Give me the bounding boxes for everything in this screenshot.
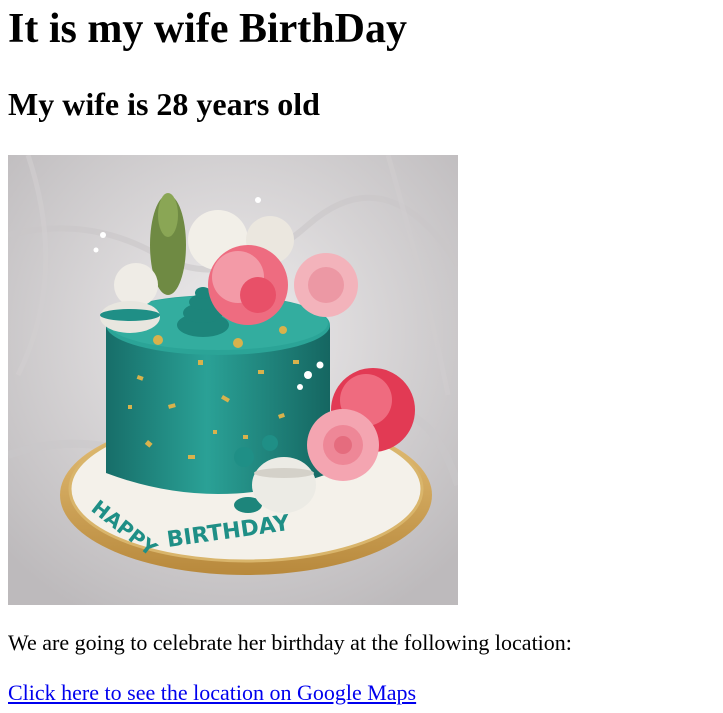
page: It is my wife BirthDay My wife is 28 yea… <box>0 0 723 709</box>
page-title: It is my wife BirthDay <box>8 6 407 52</box>
link-paragraph: Click here to see the location on Google… <box>8 677 723 709</box>
age-subheading: My wife is 28 years old <box>8 86 320 122</box>
birthday-cake-image: HAPPY BIRTHDAY <box>8 155 458 605</box>
google-maps-link[interactable]: Click here to see the location on Google… <box>8 680 416 705</box>
celebration-description: We are going to celebrate her birthday a… <box>8 630 572 655</box>
